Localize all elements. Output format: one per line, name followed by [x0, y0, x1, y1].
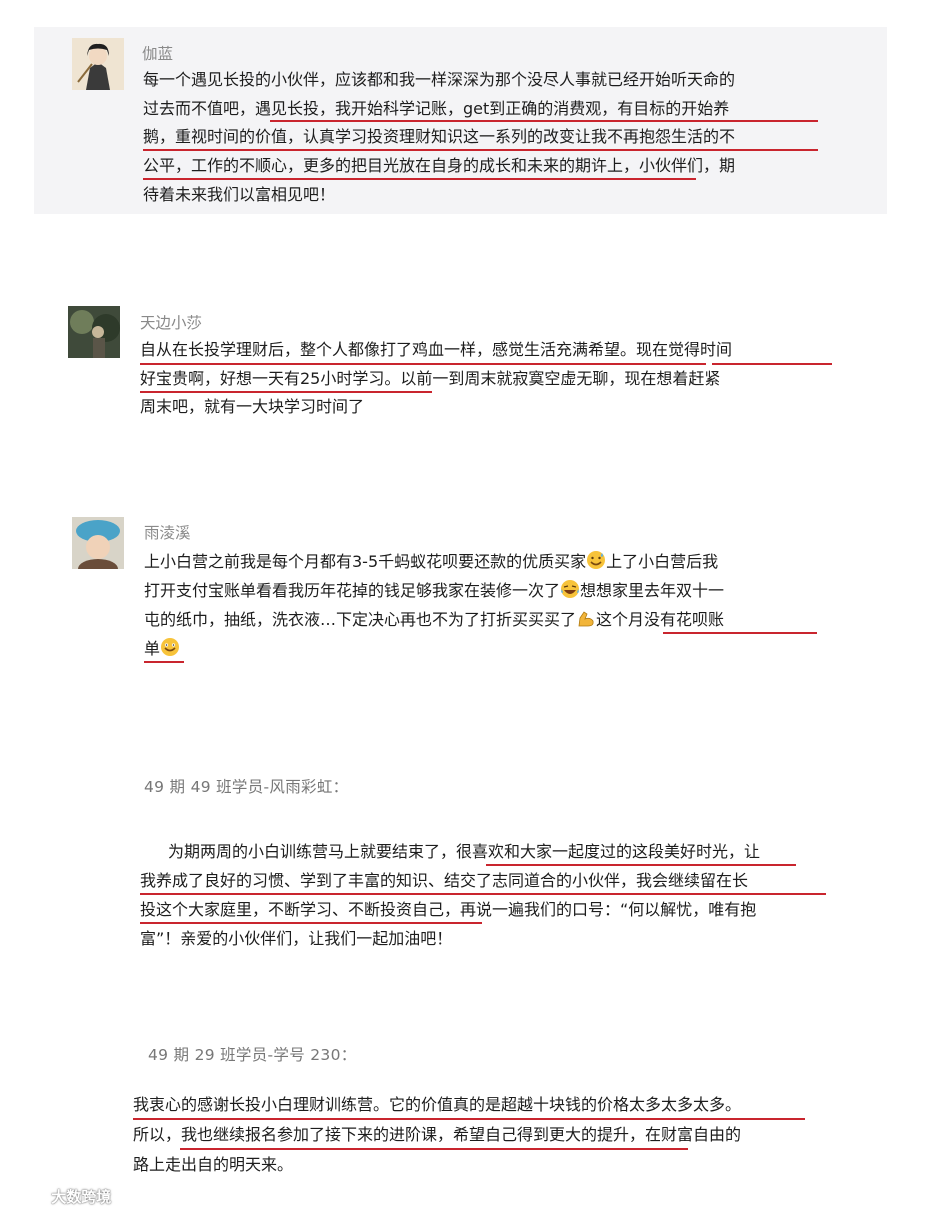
highlight-underline	[133, 1118, 805, 1120]
watermark-text: 大数跨境	[51, 1188, 112, 1206]
highlight-underline	[663, 632, 817, 634]
comment-text: 这个月没有花呗账	[596, 610, 725, 629]
comment-text-line: 周末吧，就有一大块学习时间了	[140, 397, 365, 416]
post-text-line: 为期两周的小白训练营马上就要结束了，很喜欢和大家一起度过的这段美好时光，让	[168, 842, 761, 861]
comment-text-line: 屯的纸巾，抽纸，洗衣液…下定决心再也不为了打折买买买了 这个月没有花呗账	[144, 608, 724, 631]
comment-text: 上了小白营后我	[606, 552, 719, 571]
highlight-underline	[486, 864, 796, 866]
post-text-line: 我养成了良好的习惯、学到了丰富的知识、结交了志同道合的小伙伴，我会继续留在长	[140, 871, 749, 890]
comment-text: 想想家里去年双十一	[580, 581, 725, 600]
comment-text: 屯的纸巾，抽纸，洗衣液…下定决心再也不为了打折买买买了	[144, 610, 577, 629]
student-label: 49 期 29 班学员-学号 230：	[148, 1046, 357, 1064]
post-text-line: 投这个大家庭里，不断学习、不断投资自己，再说一遍我们的口号：“何以解忧，唯有抱	[140, 900, 757, 919]
avatar[interactable]	[68, 306, 120, 358]
post-text-line: 我衷心的感谢长投小白理财训练营。它的价值真的是超越十块钱的价格太多太多太多。	[133, 1095, 742, 1114]
comment-text-line: 过去而不值吧，遇见长投，我开始科学记账，get到正确的消费观，有目标的开始养	[143, 99, 730, 118]
comment-text-line: 鹅，重视时间的价值，认真学习投资理财知识这一系列的改变让我不再抱怨生活的不	[143, 127, 736, 146]
comment-text-line: 自从在长投学理财后，整个人都像打了鸡血一样，感觉生活充满希望。现在觉得时间	[140, 340, 733, 359]
student-label: 49 期 49 班学员-风雨彩虹：	[144, 778, 349, 796]
smile-emoji-icon	[161, 638, 180, 656]
comment-text-line: 单	[144, 637, 180, 660]
post-text-line: 路上走出自的明天来。	[133, 1155, 294, 1174]
comment-text-line: 待着未来我们以富相见吧！	[143, 185, 336, 204]
highlight-underline	[140, 363, 706, 365]
commenter-name[interactable]: 伽蓝	[142, 42, 173, 64]
highlight-underline	[140, 893, 826, 895]
avatar[interactable]	[72, 38, 124, 90]
highlight-underline	[140, 391, 432, 393]
highlight-underline	[140, 922, 482, 924]
watermark-logo: 大数跨境	[12, 1186, 111, 1207]
comment-text-line: 打开支付宝账单看看我历年花掉的钱足够我家在装修一次了 想想家里去年双十一	[144, 579, 724, 602]
highlight-underline	[712, 363, 832, 365]
comment-text: 上小白营之前我是每个月都有3-5千蚂蚁花呗要还款的优质买家	[144, 552, 587, 571]
commenter-name[interactable]: 雨淩溪	[144, 521, 191, 543]
watermark-icon	[13, 1191, 45, 1203]
post-text-line: 富”！亲爱的小伙伴们，让我们一起加油吧！	[140, 929, 453, 948]
sweat-smile-emoji-icon	[587, 551, 606, 569]
highlight-underline	[144, 661, 184, 663]
comment-text-line: 上小白营之前我是每个月都有3-5千蚂蚁花呗要还款的优质买家 上了小白营后我	[144, 550, 718, 573]
highlight-underline	[143, 149, 818, 151]
highlight-underline	[143, 178, 696, 180]
highlight-underline	[180, 1148, 688, 1150]
post-text-line: 所以，我也继续报名参加了接下来的进阶课，希望自己得到更大的提升，在财富自由的	[133, 1125, 742, 1144]
avatar[interactable]	[72, 517, 124, 569]
comment-text: 单	[144, 639, 161, 658]
comment-text: 打开支付宝账单看看我历年花掉的钱足够我家在装修一次了	[144, 581, 561, 600]
comment-text-line: 好宝贵啊，好想一天有25小时学习。以前一到周末就寂寞空虚无聊，现在想着赶紧	[140, 369, 721, 388]
laugh-cry-emoji-icon	[561, 580, 580, 598]
highlight-underline	[270, 120, 818, 122]
comment-text-line: 每一个遇见长投的小伙伴，应该都和我一样深深为那个没尽人事就已经开始听天命的	[143, 70, 736, 89]
flex-arm-emoji-icon	[578, 611, 594, 627]
comment-text-line: 公平，工作的不顺心，更多的把目光放在自身的成长和未来的期许上，小伙伴们，期	[143, 156, 736, 175]
commenter-name[interactable]: 天边小莎	[140, 311, 202, 333]
